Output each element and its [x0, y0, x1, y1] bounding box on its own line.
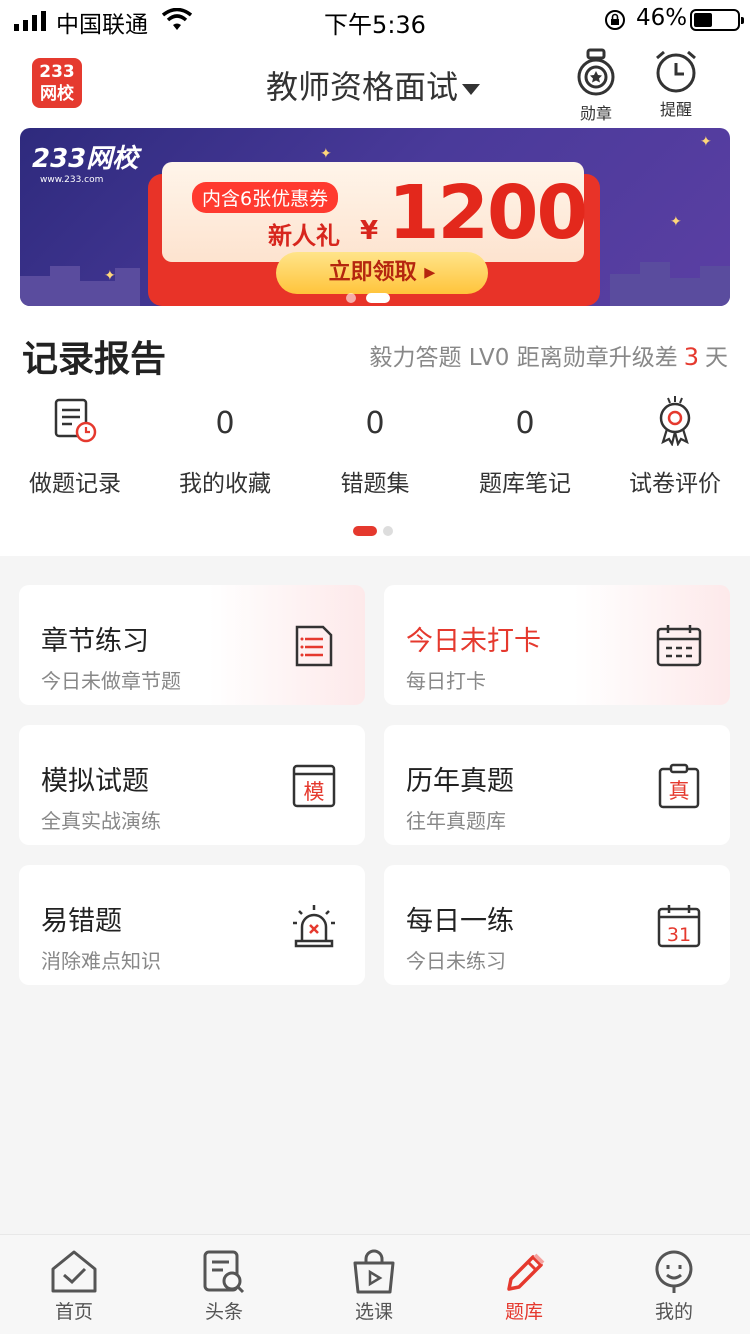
card-subtitle: 往年真题库	[406, 809, 506, 833]
coupon-badge: 内含6张优惠券	[192, 182, 339, 213]
card-title: 章节练习	[41, 626, 149, 657]
battery-icon	[690, 9, 744, 31]
card-title: 今日未打卡	[406, 626, 541, 657]
card-daily-practice[interactable]: 每日一练 今日未练习 31	[384, 865, 730, 985]
stat-label: 错题集	[340, 471, 410, 497]
record-icon	[54, 398, 97, 443]
battery-percent: 46%	[636, 5, 688, 31]
pencil-icon	[507, 1253, 545, 1291]
level-days: 3	[683, 343, 699, 371]
tab-label: 我的	[654, 1301, 693, 1323]
card-past-exams[interactable]: 历年真题 往年真题库 真	[384, 725, 730, 845]
card-title: 历年真题	[406, 766, 514, 797]
card-daily-checkin[interactable]: 今日未打卡 每日打卡	[384, 585, 730, 705]
alarm-icon	[293, 905, 335, 948]
app-logo: 233 网校	[32, 58, 82, 108]
mock-icon-text: 模	[304, 780, 325, 804]
course-bag-icon	[353, 1249, 395, 1294]
level-note-text: 毅力答题 LV0 距离勋章升级差	[369, 345, 678, 371]
logo-text-1: 233	[39, 62, 75, 82]
tab-profile[interactable]: 我的	[624, 1249, 724, 1324]
banner-pager	[346, 287, 400, 306]
gift-amount: 1200	[388, 170, 588, 256]
card-subtitle: 每日打卡	[406, 669, 486, 693]
exam-selector[interactable]: 教师资格面试	[266, 62, 481, 108]
stat-notes[interactable]: 0 题库笔记	[450, 392, 600, 498]
level-note-suffix: 天	[705, 345, 728, 371]
news-icon	[203, 1250, 245, 1294]
sparkle-icon: ✦	[320, 146, 332, 162]
calendar-icon	[656, 625, 702, 667]
tab-label: 题库	[504, 1301, 543, 1323]
record-title: 记录报告	[22, 339, 167, 380]
brand-url: www.233.com	[40, 175, 104, 185]
stat-icon-wrap	[600, 392, 750, 452]
tab-question-bank[interactable]: 题库	[474, 1249, 574, 1324]
stat-label: 试卷评价	[629, 471, 721, 497]
bottom-nav: 首页 头条 选课 题库 我的	[0, 1234, 750, 1334]
card-title: 易错题	[41, 906, 122, 937]
sparkle-icon: ✦	[700, 134, 712, 150]
stat-value: 0	[365, 406, 385, 441]
stat-value: 0	[215, 406, 235, 441]
card-mock-exam[interactable]: 模拟试题 全真实战演练 模	[19, 725, 365, 845]
medal-label: 勋章	[579, 104, 612, 123]
caret-down-icon	[462, 83, 481, 95]
tab-label: 头条	[204, 1301, 243, 1323]
medal-icon	[577, 48, 615, 96]
profile-icon	[655, 1250, 693, 1293]
stats-pager	[353, 520, 399, 539]
stat-practice-record[interactable]: 做题记录	[0, 392, 150, 498]
promo-banner[interactable]: ✦ ✦ ✦ ✦ 233网校 www.233.com 内含6张优惠券 新人礼 ¥ …	[20, 128, 730, 306]
gift-label: 新人礼	[268, 222, 340, 250]
award-icon	[659, 396, 691, 447]
brand-text: 233网校	[32, 144, 139, 174]
reminder-label: 提醒	[659, 100, 692, 119]
card-title: 每日一练	[406, 906, 514, 937]
page-title: 教师资格面试	[266, 68, 459, 106]
calendar-icon-text: 31	[667, 924, 691, 946]
rotation-lock-icon	[605, 10, 625, 30]
stat-label: 题库笔记	[479, 471, 571, 497]
card-subtitle: 今日未做章节题	[41, 669, 181, 693]
tab-news[interactable]: 头条	[174, 1249, 274, 1324]
list-doc-icon	[295, 625, 333, 667]
pager-dot-active	[353, 525, 377, 536]
pager-dot	[383, 525, 393, 536]
card-chapter-practice[interactable]: 章节练习 今日未做章节题	[19, 585, 365, 705]
pager-dot	[346, 292, 356, 303]
card-subtitle: 消除难点知识	[41, 949, 161, 973]
stat-wrong-questions[interactable]: 0 错题集	[300, 392, 450, 498]
stats-row: 做题记录 0 我的收藏 0 错题集 0 题库笔记 试卷评价	[0, 392, 750, 502]
tab-courses[interactable]: 选课	[324, 1249, 424, 1324]
reminder-button[interactable]: 提醒	[646, 48, 706, 120]
stat-paper-review[interactable]: 试卷评价	[600, 392, 750, 498]
stat-label: 做题记录	[29, 471, 121, 497]
medal-button[interactable]: 勋章	[566, 48, 626, 124]
clipboard-icon: 真	[658, 763, 700, 809]
banner-brand: 233网校 www.233.com	[32, 138, 138, 185]
alarm-clock-icon	[656, 50, 696, 93]
tab-label: 选课	[354, 1301, 393, 1323]
pager-dot-active	[366, 292, 390, 303]
tab-label: 首页	[54, 1301, 93, 1323]
stat-icon-wrap	[0, 392, 150, 452]
stat-label: 我的收藏	[179, 471, 271, 497]
tab-home[interactable]: 首页	[24, 1249, 124, 1324]
card-subtitle: 今日未练习	[406, 949, 506, 973]
card-error-prone[interactable]: 易错题 消除难点知识	[19, 865, 365, 985]
stat-value: 0	[515, 406, 535, 441]
mock-icon: 模	[292, 764, 336, 808]
sparkle-icon: ✦	[670, 214, 682, 230]
home-icon	[51, 1250, 97, 1293]
stat-favorites[interactable]: 0 我的收藏	[150, 392, 300, 498]
calendar-31-icon: 31	[657, 905, 701, 948]
card-title: 模拟试题	[41, 766, 149, 797]
currency-symbol: ¥	[360, 216, 379, 246]
status-bar: 中国联通 下午5:36 46%	[0, 0, 750, 40]
clipboard-icon-text: 真	[669, 779, 690, 803]
card-subtitle: 全真实战演练	[41, 809, 161, 833]
logo-text-2: 网校	[40, 84, 74, 104]
level-note: 毅力答题 LV0 距离勋章升级差 3 天	[369, 338, 728, 372]
